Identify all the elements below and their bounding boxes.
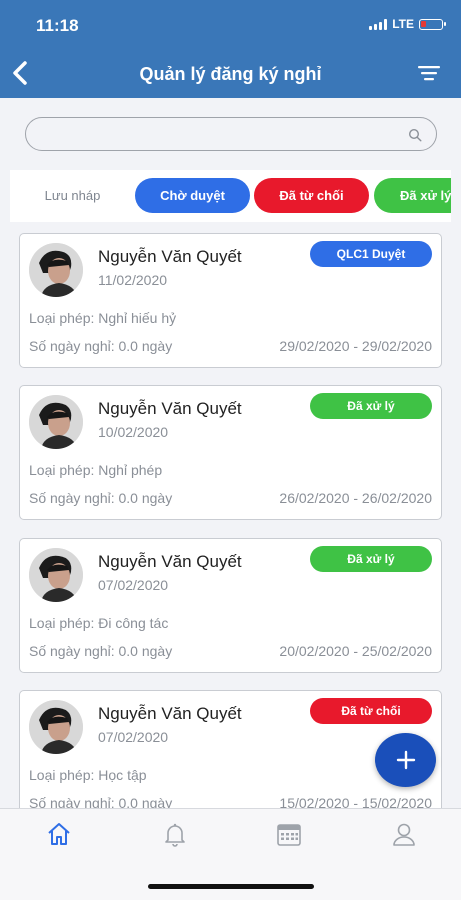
request-card[interactable]: Nguyễn Văn Quyết 11/02/2020 QLC1 Duyệt L… — [19, 233, 442, 368]
request-date: 07/02/2020 — [98, 577, 169, 593]
filter-icon — [418, 66, 440, 81]
status-badge: QLC1 Duyệt — [310, 241, 432, 267]
employee-name: Nguyễn Văn Quyết — [98, 704, 242, 723]
status-tabs: Lưu nháp Chờ duyệt Đã từ chối Đã xử lý — [10, 170, 451, 222]
request-card[interactable]: Nguyễn Văn Quyết 10/02/2020 Đã xử lý Loạ… — [19, 385, 442, 520]
leave-type: Loại phép: Nghỉ hiếu hỷ — [29, 310, 177, 326]
status-badge: Đã xử lý — [310, 546, 432, 572]
request-date: 11/02/2020 — [98, 272, 168, 288]
avatar — [29, 700, 83, 754]
search-icon[interactable] — [408, 128, 422, 142]
network-label: LTE — [392, 17, 414, 31]
status-indicators: LTE — [369, 17, 446, 31]
user-icon — [393, 823, 415, 846]
plus-icon — [396, 750, 415, 770]
home-icon — [48, 823, 70, 845]
bell-icon — [165, 823, 185, 847]
tab-rejected[interactable]: Đã từ chối — [254, 178, 369, 213]
leave-date-range: 26/02/2020 - 26/02/2020 — [279, 490, 432, 506]
tab-processed[interactable]: Đã xử lý — [374, 178, 451, 213]
leave-type: Loại phép: Đi công tác — [29, 615, 169, 631]
avatar — [29, 548, 83, 602]
nav-home[interactable] — [46, 821, 72, 847]
request-date: 07/02/2020 — [98, 729, 169, 745]
battery-icon — [419, 18, 446, 30]
filter-button[interactable] — [417, 64, 441, 84]
leave-date-range: 15/02/2020 - 15/02/2020 — [279, 795, 432, 808]
leave-days: Số ngày nghỉ: 0.0 ngày — [29, 490, 173, 506]
nav-notifications[interactable] — [162, 821, 188, 847]
employee-name: Nguyễn Văn Quyết — [98, 399, 242, 418]
page-title: Quản lý đăng ký nghỉ — [139, 64, 322, 84]
tab-pending[interactable]: Chờ duyệt — [135, 178, 250, 213]
request-date: 10/02/2020 — [98, 424, 169, 440]
home-indicator — [148, 884, 314, 889]
leave-days: Số ngày nghỉ: 0.0 ngày — [29, 795, 173, 808]
tab-draft[interactable]: Lưu nháp — [10, 178, 135, 213]
leave-days: Số ngày nghỉ: 0.0 ngày — [29, 338, 173, 354]
nav-profile[interactable] — [391, 821, 417, 847]
avatar — [29, 395, 83, 449]
calendar-icon — [277, 824, 301, 846]
leave-days: Số ngày nghỉ: 0.0 ngày — [29, 643, 173, 659]
search-bar — [25, 117, 437, 151]
status-time: 11:18 — [36, 16, 79, 35]
leave-date-range: 20/02/2020 - 25/02/2020 — [279, 643, 432, 659]
leave-type: Loại phép: Học tập — [29, 767, 147, 783]
status-badge: Đã xử lý — [310, 393, 432, 419]
leave-date-range: 29/02/2020 - 29/02/2020 — [279, 338, 432, 354]
search-input[interactable] — [26, 118, 436, 150]
request-card[interactable]: Nguyễn Văn Quyết 07/02/2020 Đã xử lý Loạ… — [19, 538, 442, 673]
avatar — [29, 243, 83, 297]
employee-name: Nguyễn Văn Quyết — [98, 552, 242, 571]
add-request-button[interactable] — [375, 733, 436, 787]
status-badge: Đã từ chối — [310, 698, 432, 724]
leave-type: Loại phép: Nghỉ phép — [29, 462, 163, 478]
employee-name: Nguyễn Văn Quyết — [98, 247, 242, 266]
request-list: Nguyễn Văn Quyết 11/02/2020 QLC1 Duyệt L… — [0, 222, 461, 808]
nav-calendar[interactable] — [276, 821, 302, 847]
header-bar: 11:18 LTE Quản lý đăng ký nghỉ — [0, 0, 461, 98]
signal-icon — [369, 18, 388, 30]
